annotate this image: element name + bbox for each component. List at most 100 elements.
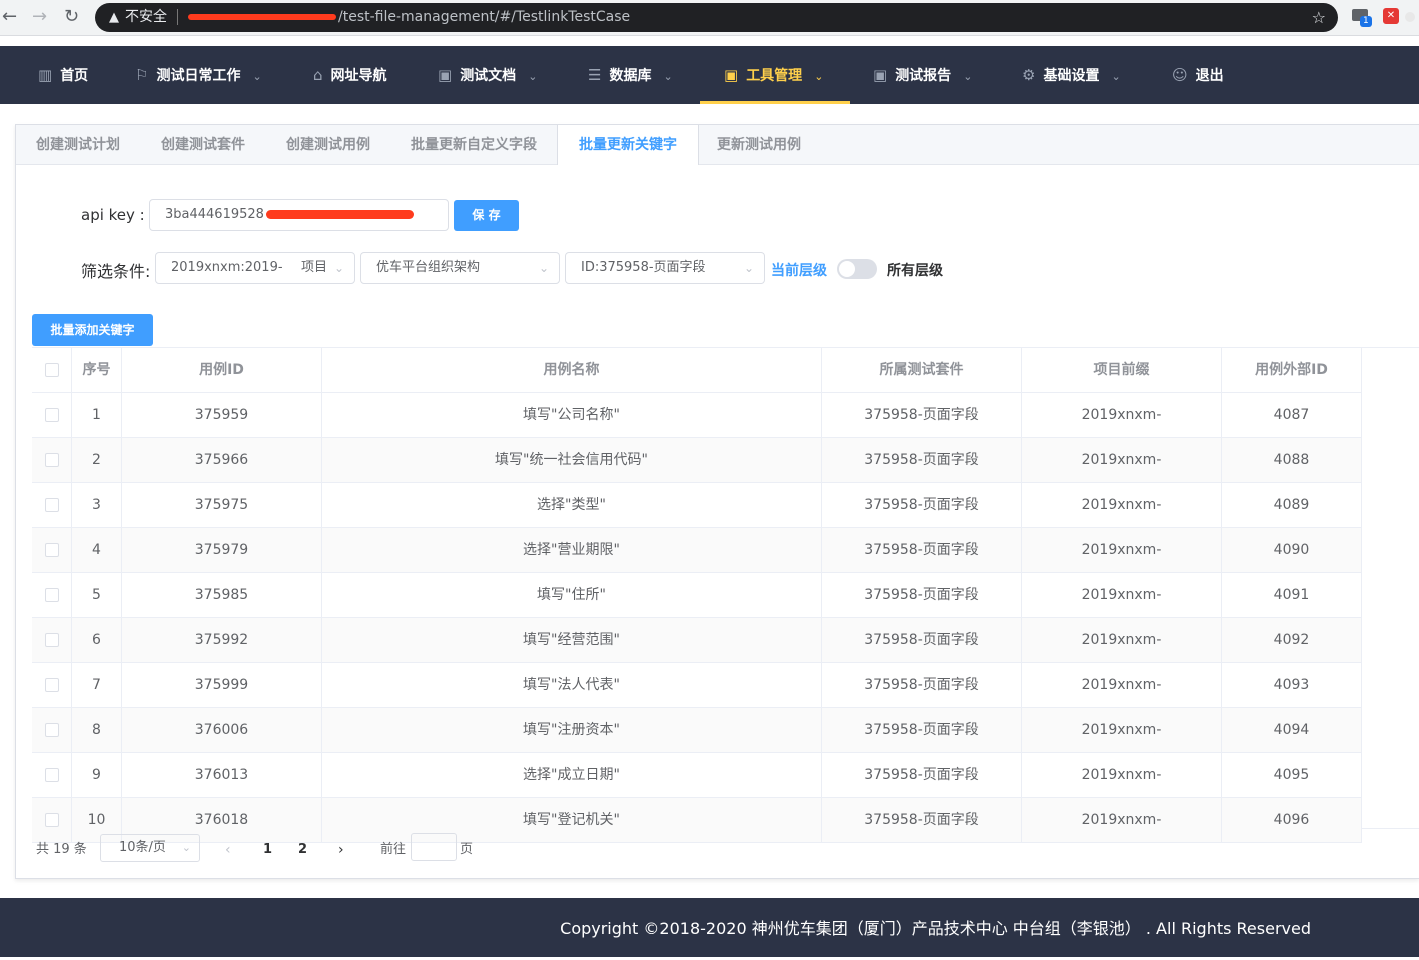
- nav-test-report[interactable]: ▣ 测试报告 ⌄: [873, 46, 972, 104]
- org-select[interactable]: 优车平台组织架构 ⌄: [360, 252, 560, 284]
- row-checkbox[interactable]: [44, 498, 59, 512]
- save-button[interactable]: 保 存: [454, 200, 519, 231]
- nav-logout[interactable]: ☺ 退出: [1172, 46, 1224, 104]
- tab-batch-update-keywords[interactable]: 批量更新关键字: [557, 125, 699, 165]
- table-cell: 2019xnxm-: [1022, 618, 1222, 662]
- settings-icon: ⚙: [1022, 66, 1036, 84]
- row-checkbox[interactable]: [44, 588, 59, 602]
- table-row[interactable]: 8 376006 填写"注册资本" 375958-页面字段 2019xnxm- 4094: [32, 708, 1362, 753]
- table-row[interactable]: 6 375992 填写"经营范围" 375958-页面字段 2019xnxm- 4092: [32, 618, 1362, 663]
- chevron-down-icon: ⌄: [743, 261, 754, 275]
- extension-icon[interactable]: 1: [1352, 9, 1372, 27]
- profile-icon[interactable]: [1405, 12, 1415, 22]
- row-checkbox[interactable]: [44, 408, 59, 422]
- table-cell: 6: [72, 618, 122, 662]
- chevron-down-icon: ⌄: [333, 261, 344, 275]
- col-header: 序号: [72, 348, 122, 392]
- main-navbar: ▥ 首页 ⚐ 测试日常工作 ⌄ ⌂ 网址导航 ▣ 测试文档 ⌄ ☰ 数据库 ⌄ ▣ 工具管理 ⌄ ▣…: [0, 46, 1419, 104]
- table-cell: 4093: [1222, 663, 1362, 707]
- table-cell: 2019xnxm-: [1022, 483, 1222, 527]
- level-toggle[interactable]: [837, 259, 877, 279]
- row-select-cell[interactable]: [32, 438, 72, 482]
- main-card: 创建测试计划 创建测试套件 创建测试用例 批量更新自定义字段 批量更新关键字 更…: [15, 124, 1419, 879]
- tab-create-case[interactable]: 创建测试用例: [286, 125, 370, 164]
- table-row[interactable]: 10 376018 填写"登记机关" 375958-页面字段 2019xnxm- 4096: [32, 798, 1362, 843]
- back-arrow-icon[interactable]: ←: [2, 7, 17, 27]
- table-cell: 2: [72, 438, 122, 482]
- table-cell: 9: [72, 753, 122, 797]
- batch-add-keyword-button[interactable]: 批量添加关键字: [32, 314, 153, 346]
- row-checkbox[interactable]: [44, 723, 59, 737]
- reload-icon[interactable]: ↻: [64, 7, 79, 27]
- org-select-value: 优车平台组织架构: [376, 260, 481, 275]
- row-select-cell[interactable]: [32, 393, 72, 437]
- nav-daily-work[interactable]: ⚐ 测试日常工作 ⌄: [135, 46, 262, 104]
- api-key-input[interactable]: 3ba444619528: [149, 199, 449, 231]
- nav-url-guide[interactable]: ⌂ 网址导航: [313, 46, 387, 104]
- nav-database[interactable]: ☰ 数据库 ⌄: [588, 46, 673, 104]
- select-all-checkbox[interactable]: [44, 363, 59, 377]
- tool-icon: ▣: [724, 66, 739, 84]
- table-header: 序号 用例ID 用例名称 所属测试套件 项目前缀 用例外部ID: [32, 348, 1362, 393]
- row-select-cell[interactable]: [32, 618, 72, 662]
- row-select-cell[interactable]: [32, 483, 72, 527]
- chevron-down-icon: ⌄: [814, 70, 824, 83]
- page-size-select[interactable]: 10条/页 ⌄: [100, 834, 200, 862]
- forward-arrow-icon[interactable]: →: [32, 7, 47, 27]
- prev-page-icon[interactable]: ‹: [225, 836, 231, 864]
- table-cell: 2019xnxm-: [1022, 753, 1222, 797]
- table-row[interactable]: 4 375979 选择"营业期限" 375958-页面字段 2019xnxm- 4090: [32, 528, 1362, 573]
- all-levels-label[interactable]: 所有层级: [887, 260, 943, 280]
- row-select-cell[interactable]: [32, 753, 72, 797]
- nav-basic-settings[interactable]: ⚙ 基础设置 ⌄: [1022, 46, 1121, 104]
- project-select[interactable]: 2019xnxm:2019- 项目 ⌄: [155, 252, 355, 284]
- tab-create-plan[interactable]: 创建测试计划: [36, 125, 120, 164]
- table-cell: 375958-页面字段: [822, 528, 1022, 572]
- tab-create-suite[interactable]: 创建测试套件: [161, 125, 245, 164]
- row-checkbox[interactable]: [44, 678, 59, 692]
- table-cell: 填写"公司名称": [322, 393, 822, 437]
- row-checkbox[interactable]: [44, 813, 59, 827]
- chevron-down-icon: ⌄: [538, 261, 549, 275]
- copyright-text: Copyright ©2018-2020 神州优车集团（厦门）产品技术中心 中台…: [560, 919, 1311, 938]
- row-select-cell[interactable]: [32, 573, 72, 617]
- testcase-table: 序号 用例ID 用例名称 所属测试套件 项目前缀 用例外部ID 1 375959 填…: [32, 347, 1362, 843]
- table-row[interactable]: 1 375959 填写"公司名称" 375958-页面字段 2019xnxm- 4087: [32, 393, 1362, 438]
- address-bar[interactable]: ▲ 不安全/test-file-management/#/TestlinkTest…: [95, 3, 1338, 32]
- row-select-cell[interactable]: [32, 663, 72, 707]
- table-row[interactable]: 5 375985 填写"住所" 375958-页面字段 2019xnxm- 4091: [32, 573, 1362, 618]
- table-row[interactable]: 2 375966 填写"统一社会信用代码" 375958-页面字段 2019xnxm- 4…: [32, 438, 1362, 483]
- nav-home[interactable]: ▥ 首页: [38, 46, 88, 104]
- page-size-value: 10条/页: [119, 840, 166, 855]
- bookmark-star-icon[interactable]: ☆: [1312, 3, 1326, 32]
- table-row[interactable]: 9 376013 选择"成立日期" 375958-页面字段 2019xnxm- 4095: [32, 753, 1362, 798]
- table-scroll-gutter: [1362, 347, 1419, 829]
- page-jump-input[interactable]: [411, 833, 457, 861]
- page-number[interactable]: 1: [263, 836, 272, 864]
- col-header: 项目前缀: [1022, 348, 1222, 392]
- row-checkbox[interactable]: [44, 543, 59, 557]
- row-checkbox[interactable]: [44, 633, 59, 647]
- current-level-label[interactable]: 当前层级: [771, 260, 827, 280]
- tab-update-case[interactable]: 更新测试用例: [717, 125, 801, 164]
- nav-test-docs[interactable]: ▣ 测试文档 ⌄: [438, 46, 537, 104]
- nav-label: 数据库: [609, 68, 652, 84]
- select-all-cell[interactable]: [32, 348, 72, 392]
- row-checkbox[interactable]: [44, 768, 59, 782]
- next-page-icon[interactable]: ›: [338, 836, 344, 864]
- table-cell: 375979: [122, 528, 322, 572]
- nav-label: 退出: [1195, 68, 1224, 84]
- tab-batch-update-fields[interactable]: 批量更新自定义字段: [411, 125, 537, 164]
- row-checkbox[interactable]: [44, 453, 59, 467]
- table-row[interactable]: 3 375975 选择"类型" 375958-页面字段 2019xnxm- 4089: [32, 483, 1362, 528]
- extension-red-icon[interactable]: ✕: [1383, 8, 1399, 24]
- table-row[interactable]: 7 375999 填写"法人代表" 375958-页面字段 2019xnxm- 4093: [32, 663, 1362, 708]
- table-cell: 4095: [1222, 753, 1362, 797]
- table-cell: 4087: [1222, 393, 1362, 437]
- page-number[interactable]: 2: [298, 836, 307, 864]
- row-select-cell[interactable]: [32, 708, 72, 752]
- nav-tool-management[interactable]: ▣ 工具管理 ⌄: [700, 46, 850, 104]
- warning-icon: ▲: [109, 10, 119, 25]
- row-select-cell[interactable]: [32, 528, 72, 572]
- suite-select[interactable]: ID:375958-页面字段 ⌄: [565, 252, 765, 284]
